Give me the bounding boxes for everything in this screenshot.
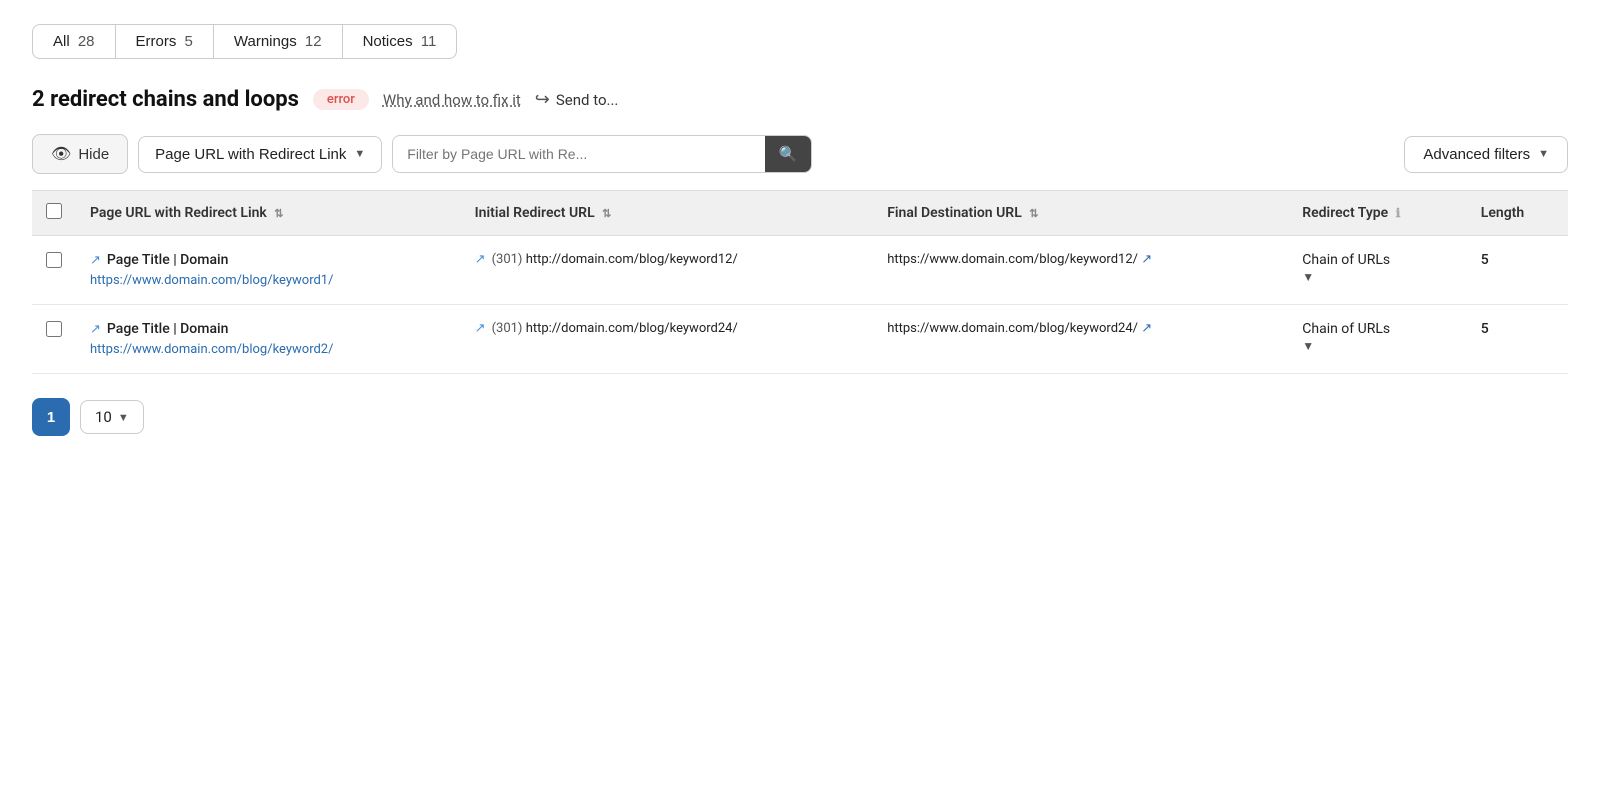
col-initial-redirect: Initial Redirect URL ⇅ (461, 191, 874, 236)
redirect-type-text: Chain of URLs (1302, 252, 1390, 268)
section-title: 2 redirect chains and loops (32, 87, 299, 112)
final-destination-cell: https://www.domain.com/blog/keyword12/ ↗ (873, 236, 1288, 305)
page-url-link[interactable]: https://www.domain.com/blog/keyword2/ (90, 342, 333, 357)
external-link-icon: ↗ (90, 322, 101, 337)
error-badge: error (313, 89, 369, 110)
chevron-down-icon: ▼ (354, 148, 365, 160)
initial-redirect-url: ↗ (301) http://domain.com/blog/keyword12… (475, 252, 860, 267)
data-table: Page URL with Redirect Link ⇅ Initial Re… (32, 190, 1568, 374)
sort-icon: ⇅ (274, 207, 283, 220)
row-checkbox[interactable] (46, 252, 62, 268)
final-destination-cell: https://www.domain.com/blog/keyword24/ ↗ (873, 305, 1288, 374)
search-button[interactable]: 🔍 (765, 136, 812, 172)
per-page-dropdown[interactable]: 10 ▼ (80, 400, 144, 434)
pagination-row: 1 10 ▼ (32, 398, 1568, 436)
redirect-type-text: Chain of URLs (1302, 321, 1390, 337)
filter-tabs: All 28 Errors 5 Warnings 12 Notices 11 (32, 24, 1568, 59)
col-final-destination: Final Destination URL ⇅ (873, 191, 1288, 236)
page-url-cell: ↗ Page Title | Domain https://www.domain… (76, 236, 461, 305)
tab-notices[interactable]: Notices 11 (342, 24, 458, 59)
final-url-link[interactable]: ↗ (1141, 252, 1152, 267)
chevron-down-icon: ▼ (118, 411, 129, 424)
chevron-down-icon: ▼ (1538, 148, 1549, 160)
expand-chevron-icon[interactable]: ▼ (1302, 339, 1314, 353)
initial-redirect-cell: ↗ (301) http://domain.com/blog/keyword24… (461, 305, 874, 374)
page-url-link[interactable]: https://www.domain.com/blog/keyword1/ (90, 273, 333, 288)
fix-link[interactable]: Why and how to fix it (383, 91, 521, 109)
external-link-icon: ↗ (475, 321, 486, 336)
final-url-link[interactable]: ↗ (1141, 321, 1152, 336)
redirect-type-cell: Chain of URLs ▼ (1288, 236, 1467, 305)
advanced-filters-button[interactable]: Advanced filters ▼ (1404, 136, 1568, 173)
length-cell: 5 (1467, 236, 1568, 305)
redirect-type-wrapper: Chain of URLs ▼ (1302, 252, 1453, 284)
col-page-url: Page URL with Redirect Link ⇅ (76, 191, 461, 236)
col-length: Length (1467, 191, 1568, 236)
controls-row: 👁 Hide Page URL with Redirect Link ▼ 🔍 A… (32, 134, 1568, 190)
send-to-button[interactable]: ↪ Send to... (535, 89, 619, 110)
sort-icon: ⇅ (602, 207, 611, 220)
table-header-row: Page URL with Redirect Link ⇅ Initial Re… (32, 191, 1568, 236)
search-input[interactable] (393, 137, 764, 171)
row-checkbox-cell (32, 236, 76, 305)
section-header: 2 redirect chains and loops error Why an… (32, 87, 1568, 112)
table-row: ↗ Page Title | Domain https://www.domain… (32, 305, 1568, 374)
search-icon: 🔍 (779, 145, 798, 163)
tab-all[interactable]: All 28 (32, 24, 116, 59)
select-all-checkbox[interactable] (46, 203, 62, 219)
final-destination-url: https://www.domain.com/blog/keyword24/ ↗ (887, 321, 1274, 336)
eye-icon: 👁 (51, 144, 71, 164)
col-redirect-type: Redirect Type ℹ (1288, 191, 1467, 236)
column-filter-dropdown[interactable]: Page URL with Redirect Link ▼ (138, 136, 382, 173)
row-checkbox-cell (32, 305, 76, 374)
external-link-icon: ↗ (90, 253, 101, 268)
external-link-icon: ↗ (475, 252, 486, 267)
select-all-header (32, 191, 76, 236)
tab-errors[interactable]: Errors 5 (115, 24, 214, 59)
initial-redirect-url: ↗ (301) http://domain.com/blog/keyword24… (475, 321, 860, 336)
tab-warnings[interactable]: Warnings 12 (213, 24, 343, 59)
final-destination-url: https://www.domain.com/blog/keyword12/ ↗ (887, 252, 1274, 267)
page-title: ↗ Page Title | Domain (90, 252, 447, 268)
page-url-cell: ↗ Page Title | Domain https://www.domain… (76, 305, 461, 374)
sort-icon: ⇅ (1029, 207, 1038, 220)
hide-button[interactable]: 👁 Hide (32, 134, 128, 174)
send-to-icon: ↪ (535, 89, 550, 110)
redirect-type-cell: Chain of URLs ▼ (1288, 305, 1467, 374)
page-title: ↗ Page Title | Domain (90, 321, 447, 337)
expand-chevron-icon[interactable]: ▼ (1302, 270, 1314, 284)
redirect-type-wrapper: Chain of URLs ▼ (1302, 321, 1453, 353)
search-wrapper: 🔍 (392, 135, 812, 173)
table-row: ↗ Page Title | Domain https://www.domain… (32, 236, 1568, 305)
page-1-button[interactable]: 1 (32, 398, 70, 436)
initial-redirect-cell: ↗ (301) http://domain.com/blog/keyword12… (461, 236, 874, 305)
info-icon: ℹ (1396, 206, 1401, 220)
length-cell: 5 (1467, 305, 1568, 374)
row-checkbox[interactable] (46, 321, 62, 337)
